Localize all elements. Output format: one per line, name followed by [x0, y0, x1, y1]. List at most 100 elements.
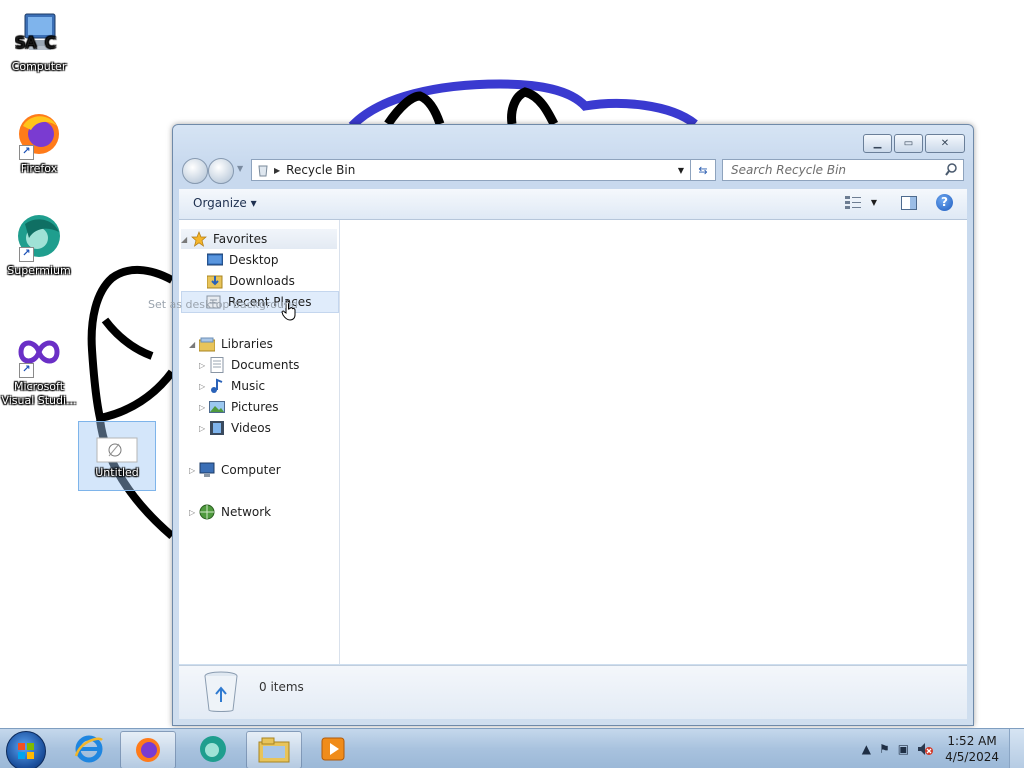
supermium-icon: ↗ [15, 214, 63, 262]
preview-pane-icon[interactable] [901, 196, 917, 210]
videos-icon [210, 421, 224, 435]
view-options-icon [844, 196, 861, 209]
address-dropdown-icon[interactable]: ▼ [678, 166, 684, 175]
nav-label: Pictures [231, 400, 279, 414]
nav-item-favorites[interactable]: ◢ Favorites [181, 229, 337, 249]
nav-label: Videos [231, 421, 271, 435]
nav-item-recent-places[interactable]: Recent Places [181, 291, 339, 321]
firefox-icon: ↗ [15, 112, 63, 160]
organize-button[interactable]: Organize ▾ [193, 196, 257, 210]
search-icon[interactable] [945, 163, 958, 176]
chevron-down-icon: ▼ [870, 197, 877, 207]
nav-item-desktop[interactable]: Desktop [207, 250, 279, 270]
details-pane: 0 items [179, 665, 967, 719]
nav-item-computer[interactable]: ▷ Computer [189, 460, 281, 480]
forward-button[interactable] [208, 158, 234, 184]
nav-item-videos[interactable]: ▷ Videos [199, 418, 271, 438]
navigation-bar: ▼ ▶ Recycle Bin ▼ ⇆ [181, 157, 965, 184]
expand-arrow-icon[interactable]: ◢ [189, 340, 199, 349]
volume-muted-icon[interactable] [917, 742, 934, 756]
expand-arrow-icon[interactable]: ◢ [181, 235, 191, 244]
refresh-button[interactable]: ⇆ [691, 159, 716, 181]
nav-label: Music [231, 379, 266, 393]
nav-item-network[interactable]: ▷ Network [189, 502, 271, 522]
firefox-icon [136, 738, 160, 762]
nav-label: Documents [231, 358, 300, 372]
computer-icon: SA C [15, 10, 63, 58]
close-button[interactable]: ✕ [925, 134, 965, 153]
taskbar-windows-explorer[interactable] [246, 731, 302, 768]
nav-item-libraries[interactable]: ◢ Libraries [189, 334, 273, 354]
clock-time: 1:52 AM [947, 734, 997, 748]
expand-arrow-icon[interactable]: ▷ [199, 361, 209, 370]
nav-label: Libraries [221, 337, 273, 351]
taskbar-media-player[interactable] [306, 731, 360, 767]
desktop-icon-visual-studio[interactable]: ↗ Microsoft Visual Studi... [1, 330, 77, 408]
clock[interactable]: 1:52 AM 4/5/2024 [945, 733, 999, 765]
libraries-icon [199, 337, 215, 352]
action-center-flag-icon[interactable]: ⚑ [879, 742, 890, 756]
nav-item-music[interactable]: ▷ Music [199, 376, 265, 396]
expand-arrow-icon[interactable]: ▷ [199, 382, 209, 391]
desktop-icon-firefox[interactable]: ↗ Firefox [1, 112, 77, 176]
visual-studio-icon: ↗ [15, 330, 63, 378]
maximize-button[interactable]: ▭ [894, 134, 923, 153]
address-text[interactable]: Recycle Bin [286, 163, 355, 177]
caption-buttons: ▁ ▭ ✕ [861, 134, 965, 153]
desktop-icon-label: Microsoft Visual Studi... [1, 380, 77, 407]
system-tray: ▲ ⚑ ▣ 1:52 AM 4/5/2024 [858, 729, 1024, 768]
nav-label: Favorites [213, 232, 268, 246]
taskbar-supermium[interactable] [186, 731, 240, 767]
show-desktop-button[interactable] [1009, 729, 1024, 768]
item-count: 0 items [259, 680, 304, 694]
recent-pages-dropdown-icon[interactable]: ▼ [237, 164, 243, 173]
desktop-icon-supermium[interactable]: ↗ Supermium [1, 214, 77, 278]
expand-arrow-icon[interactable]: ▷ [189, 508, 199, 517]
show-hidden-icons-icon[interactable]: ▲ [862, 742, 871, 756]
desktop-icon-untitled[interactable]: Untitled [78, 421, 156, 491]
svg-text:SA: SA [15, 33, 36, 52]
help-icon[interactable]: ? [936, 194, 953, 211]
expand-arrow-icon[interactable]: ▷ [189, 466, 199, 475]
windows-logo-icon [18, 743, 34, 759]
downloads-folder-icon [207, 275, 223, 289]
search-box[interactable] [722, 159, 964, 181]
breadcrumb-separator-icon[interactable]: ▶ [274, 166, 280, 175]
shortcut-arrow-icon: ↗ [19, 363, 34, 378]
taskbar-internet-explorer[interactable] [62, 731, 116, 767]
search-input[interactable] [729, 160, 933, 180]
image-file-icon [95, 436, 139, 464]
file-list-empty[interactable] [340, 220, 967, 664]
nav-item-documents[interactable]: ▷ Documents [199, 355, 299, 375]
organize-label: Organize [193, 196, 247, 210]
internet-explorer-icon [74, 735, 103, 763]
taskbar: ▲ ⚑ ▣ 1:52 AM 4/5/2024 [0, 728, 1024, 768]
recycle-bin-icon [204, 671, 238, 712]
black-scribble-top [384, 87, 559, 127]
desktop-folder-icon [207, 253, 223, 266]
shortcut-arrow-icon: ↗ [19, 145, 34, 160]
explorer-window[interactable]: ▁ ▭ ✕ ▼ ▶ Recycle Bin ▼ ⇆ Organize ▾ [172, 124, 974, 726]
desktop-icon-computer[interactable]: SA C Computer [1, 10, 77, 74]
network-status-icon[interactable]: ▣ [898, 742, 909, 756]
documents-icon [210, 357, 224, 373]
start-button[interactable] [6, 731, 46, 768]
navigation-pane: ◢ Favorites Desktop Downloads Recent Pla… [179, 220, 340, 664]
nav-label: Computer [221, 463, 281, 477]
expand-arrow-icon[interactable]: ▷ [199, 403, 209, 412]
back-button[interactable] [182, 158, 208, 184]
minimize-button[interactable]: ▁ [863, 134, 892, 153]
address-bar[interactable]: ▶ Recycle Bin ▼ [251, 159, 691, 181]
black-scribble-left [87, 265, 176, 540]
desktop-icon-label: Computer [11, 60, 67, 73]
nav-label: Downloads [229, 274, 295, 288]
taskbar-firefox[interactable] [120, 731, 176, 768]
change-view-button[interactable]: ▼ [844, 195, 877, 209]
pictures-icon [209, 401, 225, 413]
nav-item-downloads[interactable]: Downloads [207, 271, 295, 291]
nav-item-pictures[interactable]: ▷ Pictures [199, 397, 279, 417]
command-bar: Organize ▾ ▼ ? [179, 189, 967, 220]
nav-label: Recent Places [228, 295, 312, 309]
network-icon [199, 504, 215, 520]
expand-arrow-icon[interactable]: ▷ [199, 424, 209, 433]
